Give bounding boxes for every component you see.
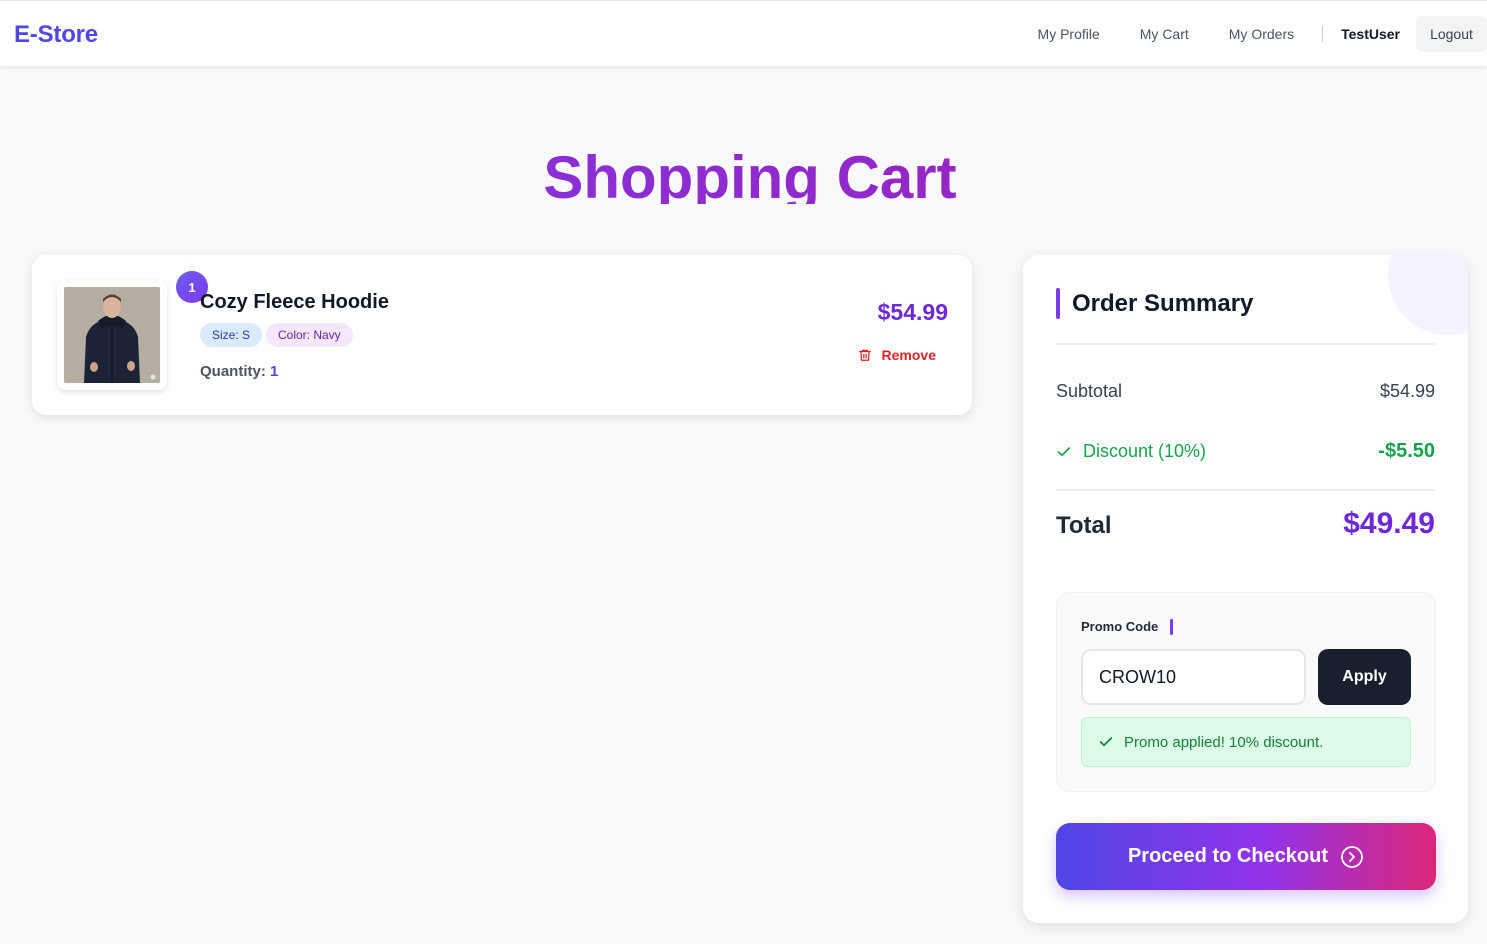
promo-code-input[interactable] [1081,649,1306,705]
total-label: Total [1056,512,1112,539]
color-chip: Color: Navy [266,323,353,347]
total-value: $49.49 [1343,507,1435,540]
promo-message-text: Promo applied! 10% discount. [1124,733,1324,751]
nav-my-orders[interactable]: My Orders [1229,26,1294,42]
logout-button[interactable]: Logout [1416,16,1487,52]
product-image-frame [57,280,167,390]
summary-divider [1056,343,1436,345]
nav-divider [1322,26,1324,42]
quantity-line: Quantity: 1 [200,363,278,380]
discount-label: Discount (10%) [1083,441,1207,461]
checkout-label: Proceed to Checkout [1127,845,1329,867]
check-icon [1099,737,1113,747]
title-accent-bar [1056,288,1060,319]
discount-value: -$5.50 [1378,440,1435,462]
username-label: TestUser [1341,26,1400,42]
order-summary-panel: Order Summary Subtotal $54.99 Discount (… [1023,255,1468,923]
page-title: Shopping Cart [0,148,1487,204]
total-divider [1056,489,1436,491]
promo-code-section: Promo Code Apply Promo applied! 10% disc… [1056,592,1436,792]
remove-item-button[interactable]: Remove [858,347,936,363]
order-summary-title: Order Summary [1072,290,1254,317]
check-icon [1057,446,1071,456]
product-image[interactable] [64,287,160,383]
subtotal-value: $54.99 [1379,381,1435,401]
item-price: $54.99 [877,299,948,325]
promo-code-label: Promo Code [1081,619,1159,634]
discount-row: Discount (10%) [1056,441,1206,462]
quantity-label: Quantity: [200,363,266,380]
subtotal-label: Subtotal [1056,381,1123,401]
promo-success-message: Promo applied! 10% discount. [1081,717,1411,767]
size-chip: Size: S [200,323,263,347]
store-logo[interactable]: E-Store [14,21,98,49]
remove-label: Remove [881,347,936,363]
proceed-to-checkout-button[interactable]: Proceed to Checkout [1056,823,1436,890]
decorative-corner [1388,255,1468,335]
main-nav: My Profile My Cart My Orders TestUser Lo… [1038,15,1487,53]
nav-my-profile[interactable]: My Profile [1038,26,1100,42]
quantity-value: 1 [270,363,279,380]
arrow-circle-right-icon [1341,845,1363,868]
product-name: Cozy Fleece Hoodie [200,291,389,313]
trash-icon [858,349,871,361]
nav-my-cart[interactable]: My Cart [1140,26,1189,42]
top-navbar: E-Store My Profile My Cart My Orders Tes… [0,0,1487,66]
apply-promo-button[interactable]: Apply [1318,649,1411,705]
cart-item-card: 1 Cozy Fleece Hoodie Size: S Color: Navy… [32,255,972,415]
promo-accent-bar [1170,619,1173,635]
